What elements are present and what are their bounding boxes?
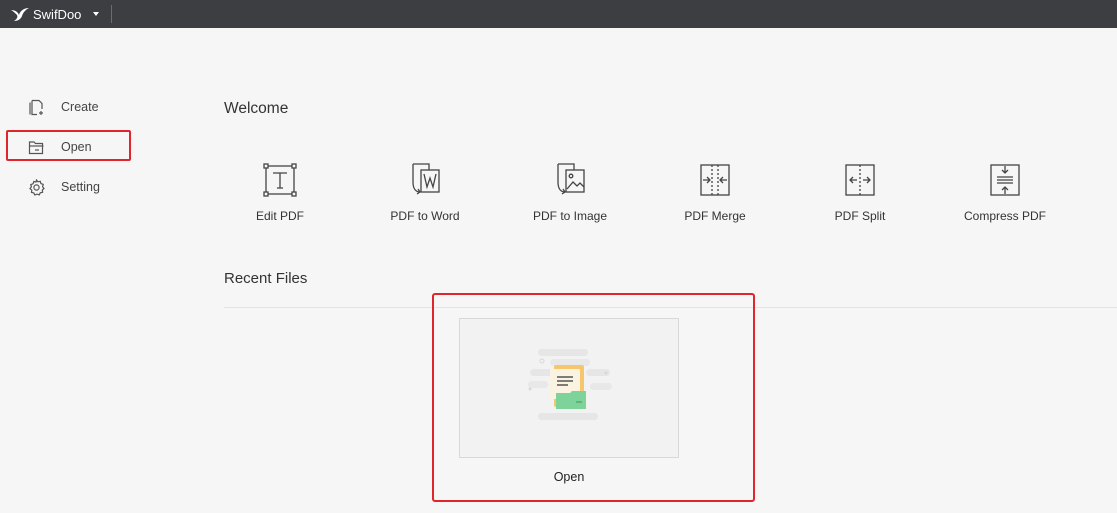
sidebar-item-label: Create (61, 100, 99, 114)
title-bar: SwifDoo (0, 0, 1117, 28)
tool-label: Edit PDF (255, 209, 304, 223)
tool-label: PDF to Image (532, 209, 608, 223)
section-divider (224, 307, 1117, 308)
compress-icon (988, 162, 1022, 198)
tool-label: PDF Split (834, 209, 886, 223)
word-convert-icon (408, 162, 442, 198)
sidebar-item-label: Open (61, 140, 92, 154)
tool-label: PDF to Word (390, 209, 460, 223)
app-name: SwifDoo (33, 6, 82, 22)
sidebar-item-label: Setting (61, 180, 100, 194)
caret-down-icon (93, 12, 100, 16)
tool-label: PDF Merge (684, 209, 746, 223)
tool-pdf-to-word[interactable]: PDF to Word (355, 160, 495, 226)
app-menu-button[interactable]: SwifDoo (0, 0, 105, 28)
titlebar-divider (111, 5, 113, 23)
text-frame-icon (263, 162, 297, 198)
merge-icon (698, 162, 732, 198)
sidebar-item-open[interactable]: Open (8, 132, 130, 162)
open-file-illustration-icon (528, 349, 612, 420)
tool-label: Compress PDF (963, 209, 1046, 223)
split-icon (843, 162, 877, 198)
open-file-label[interactable]: Open (459, 470, 679, 484)
open-file-card[interactable] (459, 318, 679, 458)
file-plus-icon (28, 99, 45, 116)
tool-pdf-split[interactable]: PDF Split (790, 160, 930, 226)
recent-files-title: Recent Files (224, 270, 308, 287)
tool-pdf-merge[interactable]: PDF Merge (645, 160, 785, 226)
sidebar-item-create[interactable]: Create (8, 92, 130, 122)
folder-open-icon (28, 139, 45, 156)
tool-edit-pdf[interactable]: Edit PDF (210, 160, 350, 226)
tool-pdf-to-image[interactable]: PDF to Image (500, 160, 640, 226)
image-convert-icon (553, 162, 587, 198)
swallow-icon (10, 6, 30, 22)
gear-icon (28, 178, 45, 196)
tool-compress-pdf[interactable]: Compress PDF (935, 160, 1075, 226)
welcome-title: Welcome (224, 100, 289, 117)
sidebar: Create Open Setting (0, 28, 200, 513)
sidebar-item-setting[interactable]: Setting (8, 172, 130, 202)
